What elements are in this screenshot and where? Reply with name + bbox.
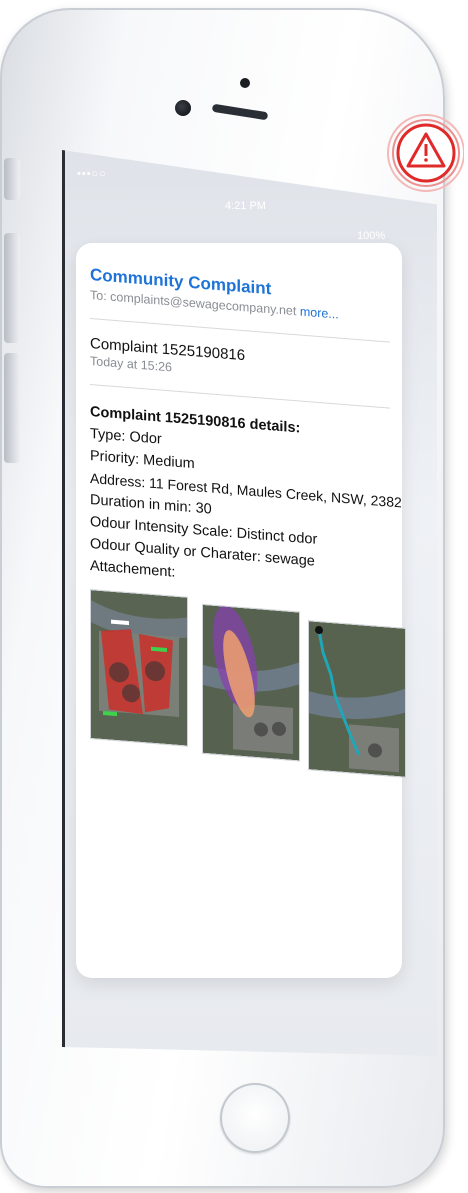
home-button[interactable] xyxy=(220,1083,290,1153)
email-card: Community Complaint To: complaints@sewag… xyxy=(76,243,406,978)
to-label: To: xyxy=(90,288,107,304)
front-camera xyxy=(175,100,191,116)
battery-level: 100% xyxy=(357,230,386,242)
more-link[interactable]: more... xyxy=(300,305,339,322)
volume-up-button xyxy=(4,233,20,343)
earpiece-speaker xyxy=(211,103,269,121)
phone-frame: •••○○ 4:21 PM 100% ︿ Community Complaint… xyxy=(0,8,445,1188)
attachment-list xyxy=(90,589,410,784)
attachment-thumbnail-source-map[interactable] xyxy=(90,589,188,747)
mute-switch xyxy=(4,158,20,200)
email-content: Community Complaint To: complaints@sewag… xyxy=(90,265,410,784)
message-body: Complaint 1525190816 details: Type: Odor… xyxy=(90,401,410,602)
attachment-thumbnail-route-map[interactable] xyxy=(308,620,406,778)
status-time: 4:21 PM xyxy=(225,200,266,212)
attachment-thumbnail-plume-map[interactable] xyxy=(202,603,300,762)
warning-alert-icon xyxy=(382,92,464,214)
volume-down-button xyxy=(4,353,20,463)
proximity-sensor xyxy=(240,78,250,88)
carrier-signal: •••○○ xyxy=(77,168,107,180)
